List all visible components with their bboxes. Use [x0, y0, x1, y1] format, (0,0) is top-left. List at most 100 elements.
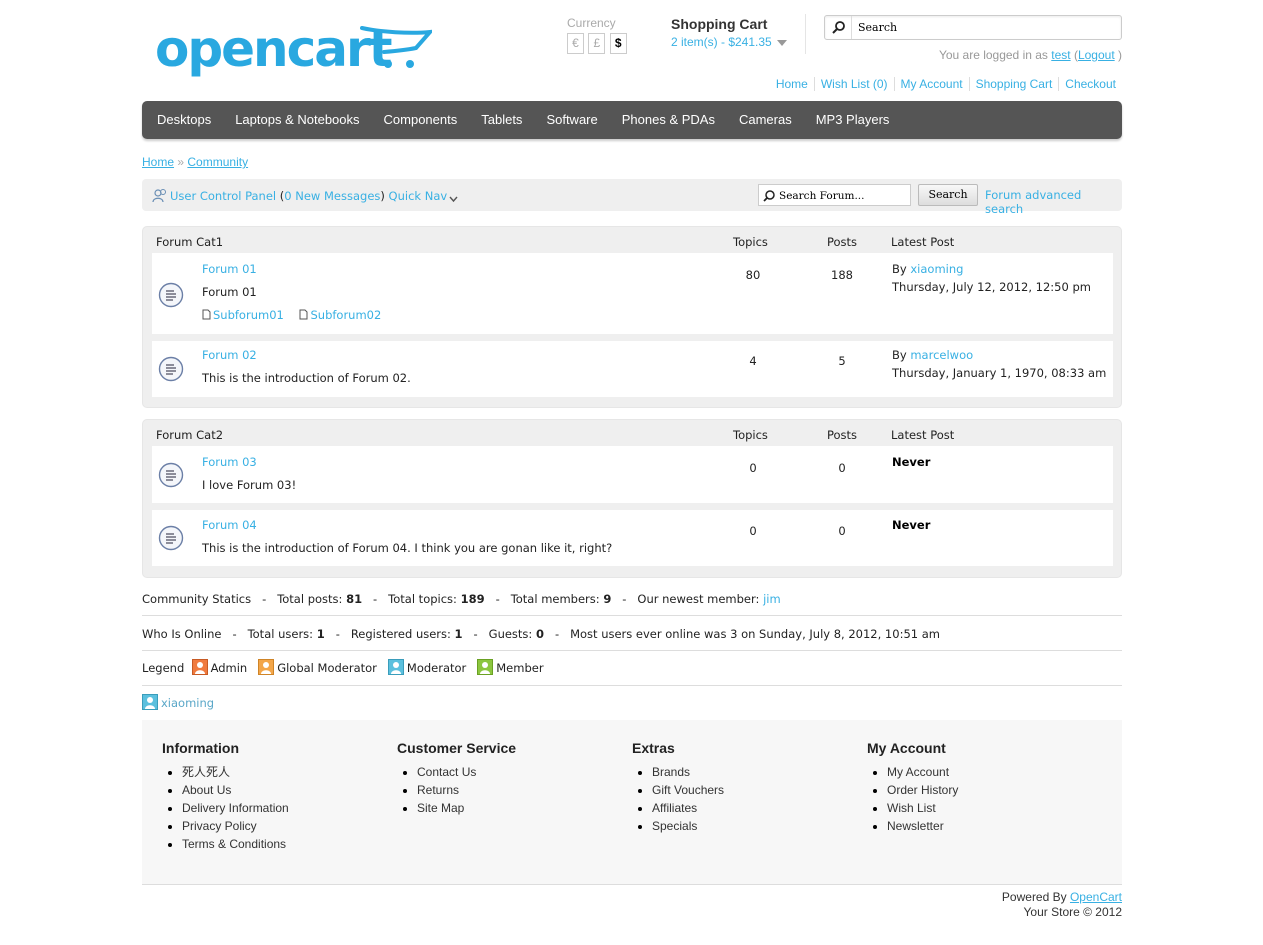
- forum-search-input[interactable]: [779, 188, 907, 203]
- menu-item-cameras[interactable]: Cameras: [727, 101, 804, 139]
- footer-link[interactable]: Delivery Information: [182, 799, 289, 817]
- legend-member: Member: [496, 661, 544, 675]
- top-link-cart[interactable]: Shopping Cart: [968, 77, 1059, 91]
- footer-link[interactable]: Gift Vouchers: [652, 781, 724, 799]
- subforum-item[interactable]: Subforum01: [202, 308, 290, 322]
- latest-post-author-link[interactable]: xiaoming: [910, 262, 963, 276]
- footer-column-information: Information 死人死人 About Us Delivery Infor…: [162, 740, 289, 853]
- forum-description: Forum 01: [202, 285, 257, 299]
- menu-item-components[interactable]: Components: [372, 101, 470, 139]
- welcome-paren-close: ): [1118, 48, 1122, 62]
- footer-link[interactable]: Contact Us: [417, 763, 516, 781]
- forum-advanced-search-link[interactable]: Forum advanced search: [985, 188, 1122, 216]
- footer: Information 死人死人 About Us Delivery Infor…: [142, 720, 1122, 885]
- currency-pound-button[interactable]: £: [588, 33, 606, 54]
- currency-dollar-button[interactable]: $: [609, 33, 627, 54]
- search-input[interactable]: [858, 19, 1113, 36]
- global-moderator-user-icon: [258, 659, 275, 675]
- footer-link[interactable]: Affiliates: [652, 799, 724, 817]
- user-control-panel-link[interactable]: User Control Panel: [170, 189, 276, 203]
- guests-label: Guests:: [488, 627, 533, 641]
- footer-link[interactable]: Wish List: [887, 799, 958, 817]
- currency-label: Currency: [567, 16, 616, 30]
- top-link-checkout[interactable]: Checkout: [1058, 77, 1122, 91]
- stats-separator: -: [335, 627, 340, 641]
- footer-link-text: Contact Us: [417, 765, 477, 779]
- menu-item-desktops[interactable]: Desktops: [142, 101, 223, 139]
- opencart-logo[interactable]: opencart: [155, 22, 435, 82]
- footer-column-title: Extras: [632, 740, 675, 756]
- menu-item-mp3[interactable]: MP3 Players: [804, 101, 902, 139]
- footer-link-text: Returns: [417, 783, 460, 797]
- footer-link-text: Brands: [652, 765, 691, 779]
- newest-member-label: Our newest member:: [637, 592, 760, 606]
- menu-item-laptops[interactable]: Laptops & Notebooks: [223, 101, 371, 139]
- logout-link[interactable]: Logout: [1078, 48, 1115, 62]
- category-name: Forum Cat2: [156, 428, 224, 442]
- cart-summary[interactable]: Shopping Cart 2 item(s) - $241.35: [671, 16, 787, 49]
- footer-link[interactable]: Newsletter: [887, 817, 958, 835]
- forum-name-link[interactable]: Forum 03: [202, 455, 257, 469]
- quick-nav-dropdown[interactable]: Quick Nav: [389, 189, 461, 203]
- subforum-list: Subforum01 Subforum02: [202, 308, 393, 322]
- top-links: Home Wish List (0) My Account Shopping Cart…: [770, 77, 1122, 91]
- footer-link[interactable]: Site Map: [417, 799, 516, 817]
- new-messages-link[interactable]: 0 New Messages: [284, 189, 380, 203]
- top-link-home[interactable]: Home: [770, 77, 814, 91]
- footer-link-text: Site Map: [417, 801, 465, 815]
- cart-total-link[interactable]: 2 item(s) - $241.35: [671, 35, 787, 49]
- breadcrumb-home[interactable]: Home: [142, 155, 174, 169]
- latest-post-author-link[interactable]: marcelwoo: [910, 348, 973, 362]
- footer-link[interactable]: Order History: [887, 781, 958, 799]
- stats-separator: -: [554, 627, 560, 641]
- search-button[interactable]: [825, 16, 852, 39]
- forum-name-link[interactable]: Forum 01: [202, 262, 257, 276]
- account-user-link[interactable]: test: [1051, 48, 1070, 62]
- menu-item-phones[interactable]: Phones & PDAs: [610, 101, 727, 139]
- subforum-item[interactable]: Subforum02: [299, 308, 387, 322]
- currency-euro-button[interactable]: €: [567, 33, 584, 54]
- topics-count: 80: [745, 268, 761, 282]
- footer-link[interactable]: Specials: [652, 817, 724, 835]
- opencart-link[interactable]: OpenCart: [1070, 890, 1122, 904]
- footer-link[interactable]: Returns: [417, 781, 516, 799]
- latest-post-never: Never: [892, 455, 931, 469]
- latest-post-by: By: [892, 262, 907, 276]
- currency-selector: Currency € £ $: [567, 16, 628, 54]
- top-link-wishlist[interactable]: Wish List (0): [813, 77, 894, 91]
- forum-name-link[interactable]: Forum 02: [202, 348, 257, 362]
- posts-count: 0: [838, 524, 846, 538]
- menu-item-software[interactable]: Software: [534, 101, 609, 139]
- stats-separator: -: [622, 592, 627, 606]
- footer-link-text: Privacy Policy: [182, 819, 257, 833]
- latest-post: By marcelwoo Thursday, January 1, 1970, …: [892, 346, 1106, 382]
- legend-label: Legend: [142, 661, 185, 675]
- footer-link-text: Delivery Information: [182, 801, 289, 815]
- footer-link-text: Gift Vouchers: [652, 783, 725, 797]
- topics-count: 0: [749, 461, 757, 475]
- footer-link[interactable]: 死人死人: [182, 763, 289, 781]
- posts-column-header: Posts: [827, 428, 858, 442]
- online-user[interactable]: xiaoming: [142, 694, 214, 710]
- total-users-label: Total users:: [247, 627, 314, 641]
- forum-name-link[interactable]: Forum 04: [202, 518, 257, 532]
- footer-link[interactable]: About Us: [182, 781, 289, 799]
- cart-total-text: 2 item(s) - $241.35: [671, 35, 772, 49]
- top-link-account[interactable]: My Account: [893, 77, 969, 91]
- forum-search-button[interactable]: Search: [918, 184, 978, 206]
- topics-column-header: Topics: [733, 428, 768, 442]
- cart-title: Shopping Cart: [671, 16, 768, 32]
- powered-prefix: Powered By: [1001, 890, 1067, 904]
- footer-link[interactable]: Terms & Conditions: [182, 835, 289, 853]
- menu-item-tablets[interactable]: Tablets: [469, 101, 534, 139]
- posts-count: 5: [838, 354, 846, 368]
- footer-link-text: 死人死人: [182, 765, 231, 779]
- breadcrumb-community[interactable]: Community: [187, 155, 248, 169]
- newest-member-link[interactable]: jim: [763, 592, 781, 606]
- footer-link[interactable]: My Account: [887, 763, 958, 781]
- footer-column-title: My Account: [867, 740, 946, 756]
- latest-post-column-header: Latest Post: [891, 235, 955, 249]
- footer-link[interactable]: Privacy Policy: [182, 817, 289, 835]
- total-posts-label: Total posts:: [277, 592, 343, 606]
- footer-link[interactable]: Brands: [652, 763, 724, 781]
